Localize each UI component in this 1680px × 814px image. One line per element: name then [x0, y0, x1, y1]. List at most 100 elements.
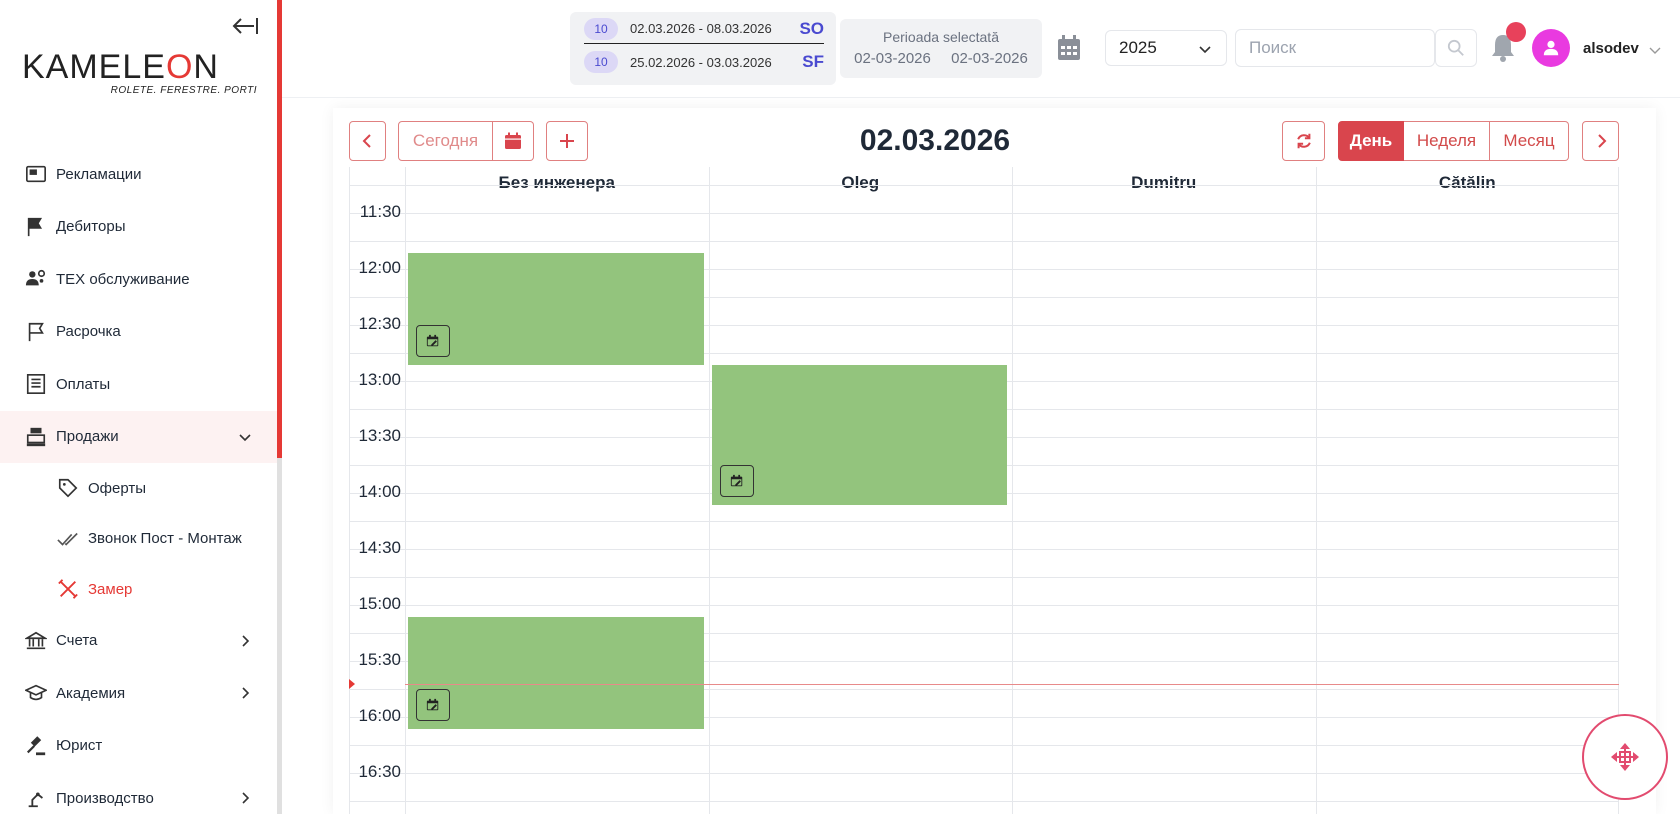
date-picker-button[interactable]: [493, 121, 534, 161]
chevron-down-icon: [1199, 46, 1211, 54]
current-time-line: [405, 684, 1619, 686]
user-icon: [1543, 40, 1559, 56]
view-day-button[interactable]: День: [1338, 121, 1404, 161]
view-week-button[interactable]: Неделя: [1404, 121, 1490, 161]
sidebar-item-debitory[interactable]: Дебиторы: [0, 201, 277, 254]
sidebar-item-yurist[interactable]: Юрист: [0, 720, 277, 773]
robot-arm-icon: [24, 786, 48, 810]
grid-slot-line: [349, 241, 1619, 242]
collapse-sidebar-icon[interactable]: [232, 14, 260, 38]
selected-period-dates: 02-03-2026 02-03-2026: [840, 50, 1042, 67]
chevron-down-icon[interactable]: [1648, 43, 1662, 57]
refresh-button[interactable]: [1282, 121, 1325, 161]
bookmark-outline-icon: [24, 320, 48, 344]
sidebar: KAMELEON ROLETE. FERESTRE. PORTI Реклама…: [0, 0, 277, 814]
grid-slot-line: [349, 801, 1619, 802]
logo-tagline: ROLETE. FERESTRE. PORTI: [110, 85, 257, 96]
sidebar-subitem-oferty[interactable]: Оферты: [0, 463, 277, 514]
grid-slot-line: [349, 773, 1619, 774]
day-schedule-grid[interactable]: Без инженера Oleg Dumitru Cătălin 11:30 12:0…: [349, 167, 1619, 814]
calendar-event[interactable]: [408, 617, 704, 729]
time-label: 14:00: [358, 482, 401, 501]
chevron-right-icon: [242, 635, 250, 647]
calendar-title: 02.03.2026: [859, 124, 1011, 157]
users-gear-icon: [24, 267, 48, 291]
edit-calendar-icon[interactable]: [416, 325, 450, 357]
calendar-icon[interactable]: [1056, 34, 1082, 62]
grid-slot-line: [349, 185, 1619, 186]
double-check-icon: [56, 527, 80, 551]
search-icon: [1447, 39, 1464, 56]
time-label: 15:30: [358, 650, 401, 669]
period-dates: 02.03.2026 - 08.03.2026: [630, 21, 772, 36]
sidebar-subitem-zvonok[interactable]: Звонок Пост - Монтаж: [0, 514, 277, 565]
time-label: 12:30: [358, 314, 401, 333]
search-input[interactable]: [1235, 29, 1435, 67]
search-button[interactable]: [1435, 29, 1477, 67]
calendar-event[interactable]: [711, 365, 1007, 505]
column-header: Dumitru: [1131, 173, 1197, 192]
grid-slot-line: [349, 605, 1619, 606]
bookmark-icon: [24, 215, 48, 239]
time-label: 11:30: [359, 202, 401, 221]
add-event-button[interactable]: [546, 121, 588, 161]
kameleon-logo[interactable]: KAMELEON ROLETE. FERESTRE. PORTI: [22, 48, 257, 96]
period-row-sf[interactable]: 10 25.02.2026 - 03.03.2026 SF: [584, 47, 824, 77]
chevron-down-icon: [239, 434, 251, 441]
calendar-event[interactable]: [408, 253, 704, 365]
cash-register-icon: [24, 425, 48, 449]
logo-wordmark: KAMELEON: [22, 48, 219, 86]
receipt-icon: [24, 372, 48, 396]
sidebar-item-scheta[interactable]: Счета: [0, 615, 277, 668]
username[interactable]: alsodev: [1583, 40, 1639, 57]
sidebar-item-prodazhi[interactable]: Продажи: [0, 410, 277, 463]
time-label: 16:30: [358, 762, 401, 781]
period-badge: 10: [584, 51, 618, 73]
chevron-right-icon: [242, 792, 250, 804]
period-row-so[interactable]: 10 02.03.2026 - 08.03.2026 SO: [584, 14, 824, 44]
refresh-icon: [1296, 133, 1311, 149]
grid-slot-line: [349, 521, 1619, 522]
avatar[interactable]: [1532, 29, 1570, 67]
period-badge: 10: [584, 17, 618, 40]
year-select-value: 2025: [1119, 38, 1157, 57]
move-arrows-icon: [1611, 743, 1639, 771]
sidebar-item-proizvodstvo[interactable]: Производство: [0, 772, 277, 814]
notification-badge: [1506, 22, 1526, 42]
selected-period[interactable]: Perioada selectată 02-03-2026 02-03-2026: [840, 19, 1042, 78]
sidebar-subitem-zamer[interactable]: Замер: [0, 564, 277, 615]
bank-icon: [24, 629, 48, 653]
sidebar-item-akademia[interactable]: Академия: [0, 667, 277, 720]
resource-header-row: Без инженера Oleg Dumitru Cătălin: [349, 167, 1619, 199]
year-select[interactable]: 2025: [1105, 30, 1227, 66]
calendar-icon: [505, 132, 521, 149]
grid-slot-line: [349, 213, 1619, 214]
sidebar-item-reklamatsii[interactable]: Рекламации: [0, 148, 277, 201]
edit-calendar-icon[interactable]: [719, 465, 754, 497]
selected-period-from: 02-03-2026: [854, 50, 931, 67]
plus-icon: [560, 134, 574, 148]
time-label: 13:30: [358, 426, 401, 445]
time-label: 13:00: [358, 370, 401, 389]
view-switcher: День Неделя Месяц: [1338, 121, 1569, 161]
column-header: Без инженера: [498, 173, 615, 192]
sidebar-item-tech-service[interactable]: ТЕХ обслуживание: [0, 253, 277, 306]
sidebar-item-rasrochka[interactable]: Расрочка: [0, 306, 277, 359]
prev-button[interactable]: [349, 121, 386, 161]
period-code: SO: [799, 18, 824, 38]
next-button[interactable]: [1582, 121, 1619, 161]
tag-icon: [56, 476, 80, 500]
edit-calendar-icon[interactable]: [416, 689, 450, 721]
today-button[interactable]: Сегодня: [398, 121, 493, 161]
sidebar-item-oplaty[interactable]: Оплаты: [0, 358, 277, 411]
time-label: 15:00: [358, 594, 401, 613]
period-code: SF: [802, 52, 824, 71]
grid-slot-line: [349, 577, 1619, 578]
view-month-button[interactable]: Месяц: [1490, 121, 1569, 161]
chevron-right-icon: [1597, 134, 1606, 148]
period-summary: 10 02.03.2026 - 08.03.2026 SO 10 25.02.2…: [570, 12, 836, 85]
column-header: Cătălin: [1438, 173, 1496, 192]
chevron-left-icon: [362, 134, 371, 148]
move-fab-button[interactable]: [1582, 714, 1668, 800]
card-icon: [24, 162, 48, 186]
